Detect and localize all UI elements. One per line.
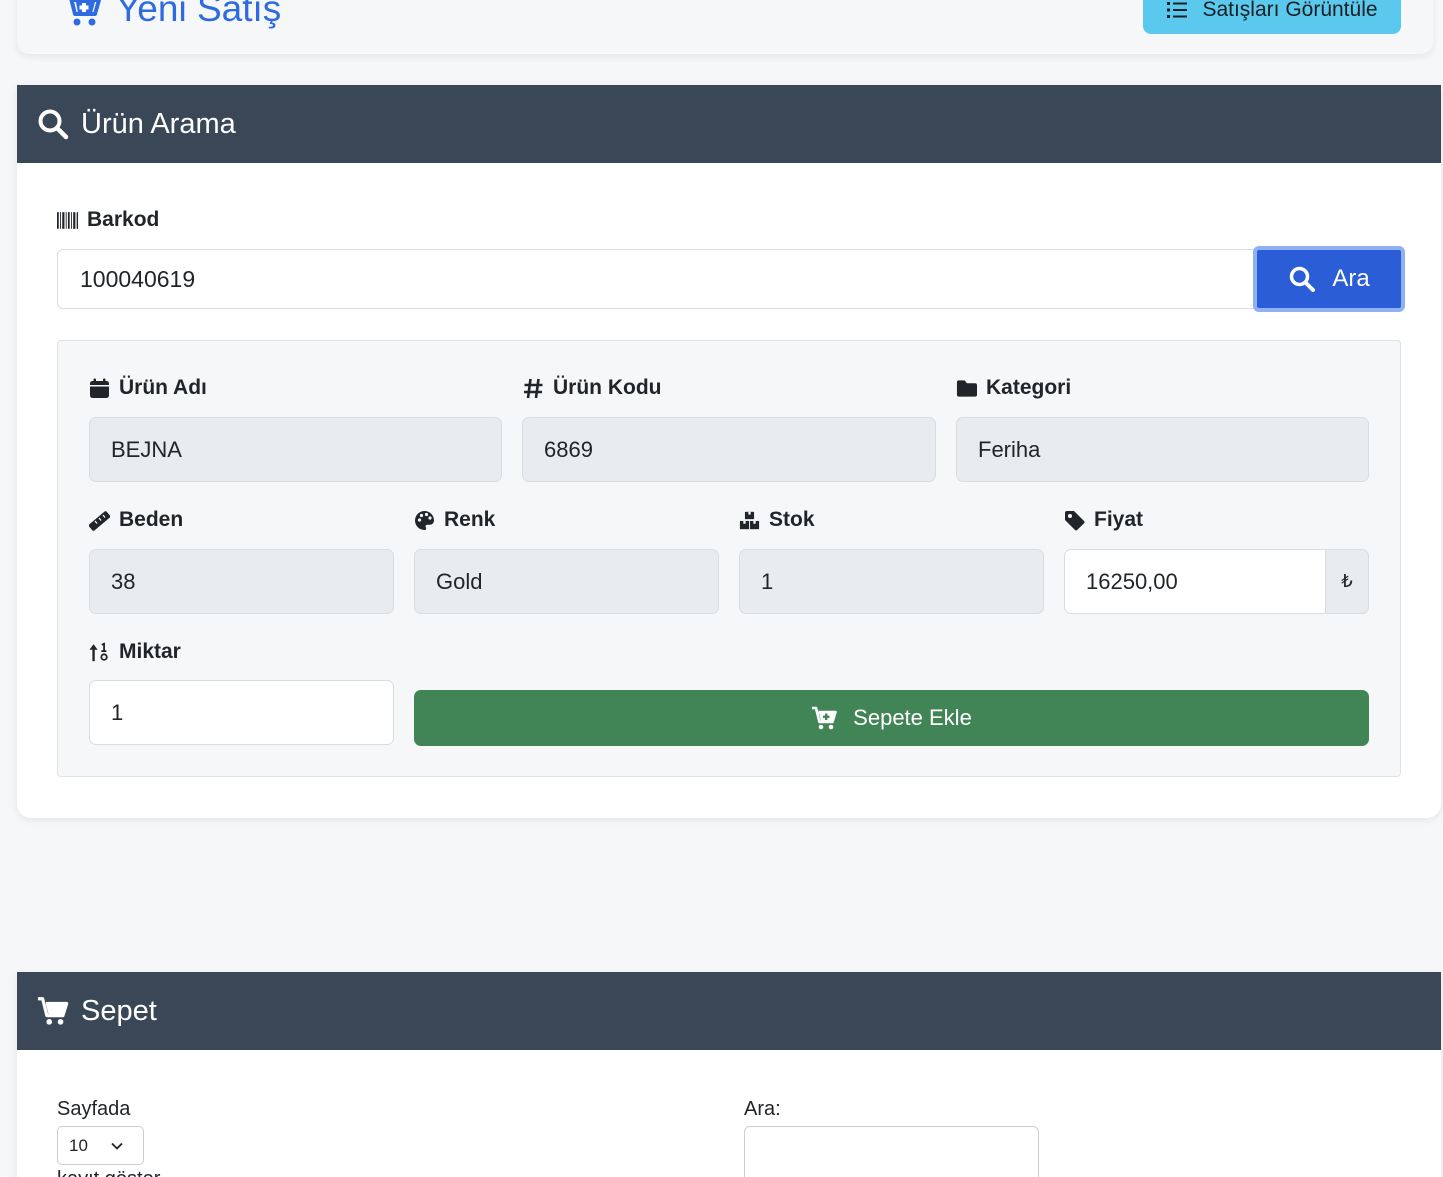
cart-search-input[interactable] [744,1126,1039,1177]
cart-card: Sepet Sayfada 10 kayıt göster Ara: [17,972,1441,1177]
product-code-field[interactable]: 6869 [522,417,936,482]
product-search-header: Ürün Arama [17,85,1441,163]
ruler-icon [89,510,110,531]
page-title: Yeni Satış [62,0,281,30]
calendar-icon [90,378,109,398]
view-sales-label: Satışları Görüntüle [1202,0,1378,21]
page-size-label: Sayfada [57,1098,131,1120]
search-button[interactable]: Ara [1253,246,1405,312]
palette-icon [415,510,435,530]
cart-title: Sepet [81,994,157,1027]
cart-header: Sepet [17,972,1441,1050]
boxes-icon [739,511,760,529]
product-name-field[interactable]: BEJNA [89,417,502,482]
search-icon [38,109,69,140]
page-size-value: 10 [69,1135,88,1155]
page-title-text: Yeni Satış [116,0,282,29]
page-size-suffix: kayıt göster [57,1168,160,1177]
size-field[interactable]: 38 [89,549,394,614]
hashtag-icon [524,378,543,398]
stock-label: Stok [739,508,815,532]
stock-field[interactable]: 1 [739,549,1044,614]
quantity-input[interactable]: 1 [89,680,394,745]
barcode-icon [57,211,78,229]
cart-plus-icon [812,706,837,730]
color-label: Renk [414,508,495,532]
color-field[interactable]: Gold [414,549,719,614]
cart-plus-icon [69,0,101,26]
search-button-label: Ara [1332,265,1370,292]
quantity-label: Miktar [89,640,181,664]
cart-search-label: Ara: [744,1098,781,1120]
chevron-down-icon [111,1142,123,1150]
price-input-group: 16250,00 ₺ [1064,549,1369,614]
barcode-input[interactable] [57,249,1257,309]
product-code-label: Ürün Kodu [523,376,661,400]
size-label: Beden [89,508,183,532]
product-name-label: Ürün Adı [89,376,207,400]
view-sales-button[interactable]: Satışları Görüntüle [1143,0,1401,34]
tag-icon [1065,510,1085,530]
add-to-cart-button[interactable]: Sepete Ekle [414,690,1369,746]
folder-icon [956,379,977,397]
product-detail-panel: Ürün Adı Ürün Kodu Kategori BEJNA 6869 F… [57,340,1401,777]
search-icon [1290,266,1316,292]
page-size-select[interactable]: 10 [57,1126,144,1165]
product-search-card: Ürün Arama Barkod Ara [17,85,1441,818]
add-to-cart-label: Sepete Ekle [853,705,972,730]
category-label: Kategori [956,376,1071,400]
barcode-label: Barkod [57,208,159,232]
currency-addon: ₺ [1326,549,1369,614]
price-input[interactable]: 16250,00 [1064,549,1326,614]
price-label: Fiyat [1064,508,1143,532]
product-search-title: Ürün Arama [81,107,236,140]
category-field[interactable]: Feriha [956,417,1369,482]
list-icon [1167,2,1188,18]
sort-numeric-icon [89,641,108,661]
cart-icon [37,997,69,1025]
